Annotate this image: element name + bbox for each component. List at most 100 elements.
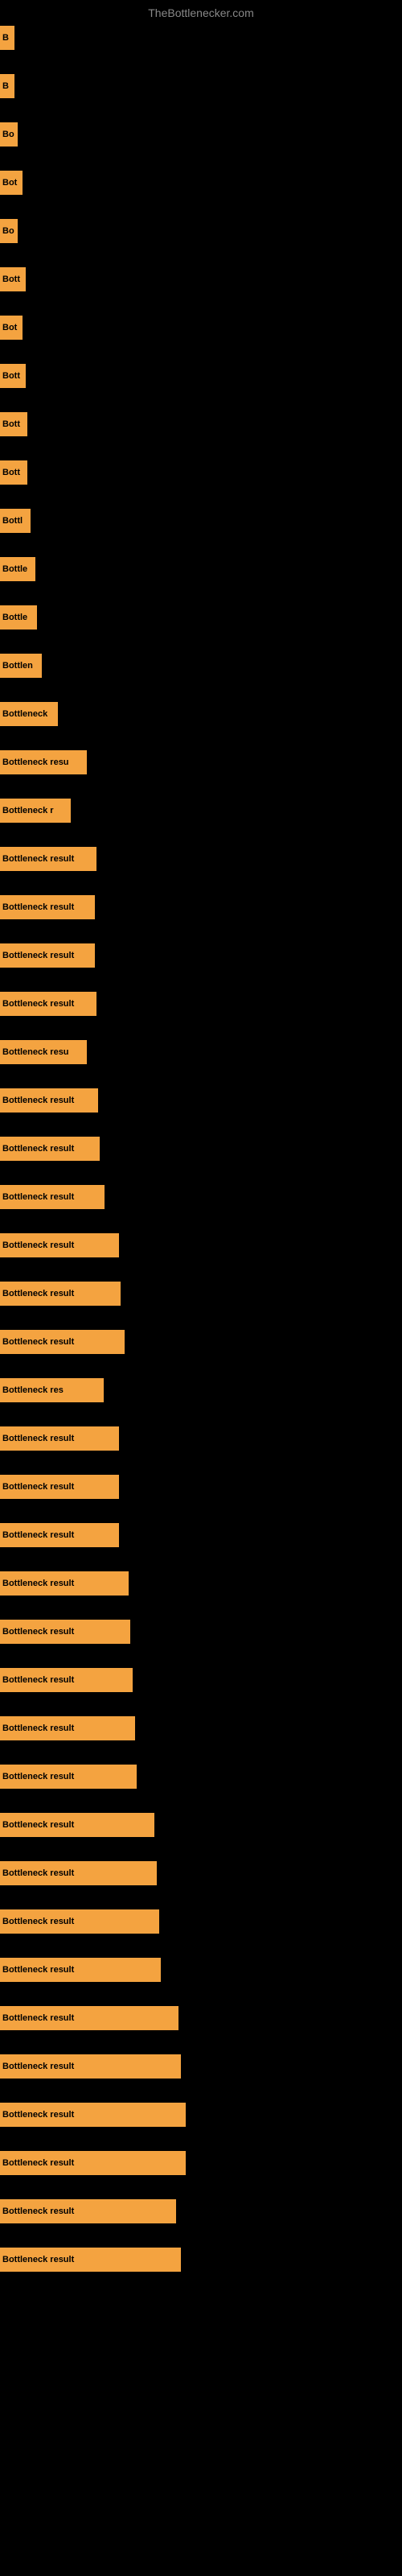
bar-label: Bottleneck result: [2, 902, 74, 912]
bar: Bottleneck result: [0, 1233, 119, 1257]
bar-label: Bottleneck result: [2, 1868, 74, 1878]
bar: Bot: [0, 316, 23, 340]
bar: Bottleneck result: [0, 1088, 98, 1113]
bar-row: Bottleneck result: [0, 1765, 402, 1789]
bar-label: Bottleneck res: [2, 1385, 64, 1395]
bar-label: Bottle: [2, 564, 27, 574]
bar-row: Bot: [0, 316, 402, 340]
bar-label: Bottleneck resu: [2, 758, 69, 767]
bar: Bottl: [0, 509, 31, 533]
bar: Bottleneck result: [0, 2006, 178, 2030]
bar: Bottleneck result: [0, 1909, 159, 1934]
bar-label: Bo: [2, 130, 14, 139]
bar: Bo: [0, 219, 18, 243]
bar-label: Bott: [2, 468, 20, 477]
bar-row: Bottl: [0, 509, 402, 533]
bar-label: Bot: [2, 323, 17, 332]
bar-label: Bottleneck r: [2, 806, 54, 815]
bar: Bottleneck result: [0, 1958, 161, 1982]
bar: Bottleneck result: [0, 1765, 137, 1789]
bar-label: Bottleneck result: [2, 1530, 74, 1540]
bar-row: Bottleneck result: [0, 1620, 402, 1644]
bars-container: B B Bo Bot Bo Bott Bot Bott Bott Bott Bottl Bottle B…: [0, 26, 402, 2272]
bar: Bott: [0, 364, 26, 388]
bar-row: Bottleneck result: [0, 847, 402, 871]
bar-label: Bott: [2, 275, 20, 284]
bar: Bottleneck result: [0, 2248, 181, 2272]
bar-row: Bottleneck result: [0, 895, 402, 919]
bar: Bottleneck result: [0, 1620, 130, 1644]
bar-label: Bottleneck result: [2, 1724, 74, 1733]
bar-label: Bottleneck result: [2, 1144, 74, 1154]
bar-row: Bottleneck result: [0, 1861, 402, 1885]
bar-label: Bottleneck result: [2, 1241, 74, 1250]
bar-row: Bottleneck result: [0, 2199, 402, 2223]
site-title: TheBottlenecker.com: [0, 0, 402, 23]
bar-row: Bottleneck result: [0, 1475, 402, 1499]
bar: Bottleneck result: [0, 1523, 119, 1547]
bar-label: Bottleneck result: [2, 1096, 74, 1105]
bar-label: Bottleneck result: [2, 1192, 74, 1202]
bar-label: Bottleneck result: [2, 2255, 74, 2264]
bar-label: Bottleneck result: [2, 2013, 74, 2023]
bar-row: Bottleneck: [0, 702, 402, 726]
bar: Bott: [0, 267, 26, 291]
bar: Bott: [0, 412, 27, 436]
bar-label: B: [2, 81, 9, 91]
bar-row: Bott: [0, 267, 402, 291]
bar: Bottleneck result: [0, 2103, 186, 2127]
bar: Bottleneck result: [0, 943, 95, 968]
bar: Bottleneck result: [0, 1330, 125, 1354]
bar-label: Bottleneck result: [2, 1917, 74, 1926]
bar: B: [0, 26, 14, 50]
bar-row: B: [0, 74, 402, 98]
bar: Bottleneck result: [0, 1475, 119, 1499]
bar: Bott: [0, 460, 27, 485]
bar: Bottleneck result: [0, 992, 96, 1016]
bar: Bottleneck result: [0, 1282, 121, 1306]
bar-label: Bot: [2, 178, 17, 188]
bar: Bottleneck result: [0, 1185, 105, 1209]
bar-row: Bott: [0, 364, 402, 388]
bar: Bottleneck resu: [0, 750, 87, 774]
bar-label: Bottleneck result: [2, 1627, 74, 1637]
bar-row: Bottleneck result: [0, 2103, 402, 2127]
bar: Bottle: [0, 605, 37, 630]
bar-label: Bottleneck result: [2, 1579, 74, 1588]
bar: Bottlen: [0, 654, 42, 678]
bar-row: Bottleneck result: [0, 1813, 402, 1837]
bar-label: Bottleneck result: [2, 2110, 74, 2120]
bar-row: Bottleneck result: [0, 2054, 402, 2079]
bar-label: Bott: [2, 371, 20, 381]
bar: Bottleneck result: [0, 2054, 181, 2079]
bar: Bottleneck res: [0, 1378, 104, 1402]
bar-label: Bottl: [2, 516, 23, 526]
bar: Bottleneck r: [0, 799, 71, 823]
bar-label: Bottleneck result: [2, 1434, 74, 1443]
bar-row: Bottleneck result: [0, 1233, 402, 1257]
bar-label: Bottleneck: [2, 709, 47, 719]
bar: Bo: [0, 122, 18, 147]
bar-label: B: [2, 33, 9, 43]
bar: Bottle: [0, 557, 35, 581]
bar-row: Bottleneck result: [0, 1523, 402, 1547]
bar: Bottleneck: [0, 702, 58, 726]
bar: Bottleneck result: [0, 2151, 186, 2175]
bar-label: Bottleneck result: [2, 2062, 74, 2071]
bar-label: Bottleneck result: [2, 1337, 74, 1347]
bar-label: Bottleneck result: [2, 1965, 74, 1975]
bar-row: Bottleneck result: [0, 1185, 402, 1209]
bar-row: Bo: [0, 122, 402, 147]
bar-row: Bottleneck result: [0, 2006, 402, 2030]
bar-row: Bottleneck result: [0, 1668, 402, 1692]
bar-label: Bottleneck result: [2, 1772, 74, 1781]
bar-label: Bo: [2, 226, 14, 236]
bar: Bottleneck result: [0, 847, 96, 871]
bar: Bot: [0, 171, 23, 195]
bar-label: Bottleneck result: [2, 1820, 74, 1830]
bar-row: Bo: [0, 219, 402, 243]
bar: Bottleneck result: [0, 1861, 157, 1885]
bar: Bottleneck result: [0, 1813, 154, 1837]
bar-row: Bottleneck result: [0, 1137, 402, 1161]
bar: B: [0, 74, 14, 98]
